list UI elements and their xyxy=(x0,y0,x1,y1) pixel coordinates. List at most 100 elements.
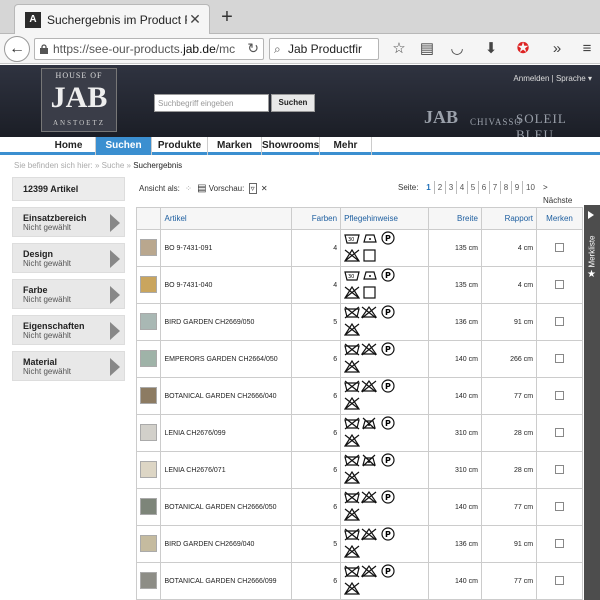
url-bar[interactable]: https://see-our-products.jab.de/mc ↻ xyxy=(34,38,264,60)
merken-checkbox[interactable] xyxy=(555,427,565,437)
new-tab-icon[interactable]: + xyxy=(216,6,238,28)
thumb-cell[interactable] xyxy=(135,562,162,600)
product-thumbnail[interactable] xyxy=(140,423,157,441)
product-thumbnail[interactable] xyxy=(140,349,157,367)
breadcrumb-path[interactable]: Sie befinden sich hier: » Suche » xyxy=(14,161,133,170)
table-row[interactable]: BO 9-7431-091 4 30 P 135 cm 4 cm xyxy=(135,229,583,267)
article-name[interactable]: LENIA CH2676/071 xyxy=(160,451,293,489)
page-7[interactable]: 7 xyxy=(489,181,500,194)
article-name[interactable]: BOTANICAL GARDEN CH2666/050 xyxy=(160,488,293,526)
browser-tab[interactable]: A Suchergebnis im Product F ✕ xyxy=(14,4,210,34)
product-thumbnail[interactable] xyxy=(140,238,157,256)
page-2[interactable]: 2 xyxy=(434,181,445,194)
merken-checkbox[interactable] xyxy=(555,390,565,400)
merken-checkbox[interactable] xyxy=(555,279,565,289)
article-name[interactable]: BOTANICAL GARDEN CH2666/040 xyxy=(160,377,293,415)
merken-checkbox[interactable] xyxy=(555,316,565,326)
adblock-icon[interactable]: ✪ xyxy=(514,40,532,58)
next-page-link[interactable]: > Nächste xyxy=(543,181,572,207)
overflow-menu-icon[interactable]: » xyxy=(548,40,566,58)
merken-checkbox[interactable] xyxy=(555,464,565,474)
column-header-rapport[interactable]: Rapport xyxy=(480,207,538,230)
page-3[interactable]: 3 xyxy=(445,181,456,194)
list-view-icon[interactable]: ▤ xyxy=(197,183,206,194)
article-name[interactable]: BIRD GARDEN CH2669/050 xyxy=(160,303,293,341)
back-button[interactable]: ← xyxy=(4,36,30,62)
nav-home[interactable]: Home xyxy=(42,137,96,155)
article-name[interactable]: LENIA CH2676/099 xyxy=(160,414,293,452)
nav-mehr[interactable]: Mehr xyxy=(320,137,372,155)
close-icon[interactable]: ✕ xyxy=(187,11,203,27)
article-name[interactable]: EMPERORS GARDEN CH2664/050 xyxy=(160,340,293,378)
thumb-cell[interactable] xyxy=(135,414,162,452)
product-thumbnail[interactable] xyxy=(140,460,157,478)
table-row[interactable]: BIRD GARDEN CH2669/050 5 P 136 cm 91 cm xyxy=(135,303,583,341)
brand-soleil-logo[interactable]: SOLEIL BLEU xyxy=(516,111,600,137)
header-links[interactable]: Anmelden | Sprache ▾ xyxy=(513,74,592,83)
thumb-cell[interactable] xyxy=(135,451,162,489)
table-row[interactable]: BIRD GARDEN CH2669/040 5 P 136 cm 91 cm xyxy=(135,525,583,563)
page-4[interactable]: 4 xyxy=(456,181,467,194)
page-9[interactable]: 9 xyxy=(511,181,522,194)
column-header-artikel[interactable]: Artikel xyxy=(160,207,293,230)
product-thumbnail[interactable] xyxy=(140,571,157,589)
product-thumbnail[interactable] xyxy=(140,312,157,330)
thumb-cell[interactable] xyxy=(135,488,162,526)
thumb-cell[interactable] xyxy=(135,525,162,563)
product-thumbnail[interactable] xyxy=(140,386,157,404)
merken-checkbox[interactable] xyxy=(555,501,565,511)
page-8[interactable]: 8 xyxy=(500,181,511,194)
merken-checkbox[interactable] xyxy=(555,538,565,548)
nav-produkte[interactable]: Produkte xyxy=(152,137,208,155)
column-header-farben[interactable]: Farben xyxy=(291,207,342,230)
facet-eigenschaften[interactable]: Eigenschaften Nicht gewählt xyxy=(12,315,125,345)
page-5[interactable]: 5 xyxy=(467,181,478,194)
article-name[interactable]: BO 9-7431-091 xyxy=(160,229,293,267)
table-row[interactable]: BOTANICAL GARDEN CH2666/050 6 P 140 cm 77 cm xyxy=(135,488,583,526)
thumb-cell[interactable] xyxy=(135,303,162,341)
product-thumbnail[interactable] xyxy=(140,534,157,552)
facet-einsatzbereich[interactable]: Einsatzbereich Nicht gewählt xyxy=(12,207,125,237)
article-name[interactable]: BO 9-7431-040 xyxy=(160,266,293,304)
table-row[interactable]: BO 9-7431-040 4 30 P 135 cm 4 cm xyxy=(135,266,583,304)
facet-material[interactable]: Material Nicht gewählt xyxy=(12,351,125,381)
brand-chivasso-logo[interactable]: CHIVASSO xyxy=(470,117,522,127)
column-header-breite[interactable]: Breite xyxy=(427,207,482,230)
hamburger-menu-icon[interactable]: ≡ xyxy=(578,40,596,58)
page-6[interactable]: 6 xyxy=(478,181,489,194)
nav-suchen[interactable]: Suchen xyxy=(96,137,152,155)
download-icon[interactable]: ⬇ xyxy=(482,40,500,58)
preview-on-icon[interactable]: ▿ xyxy=(248,183,257,194)
merkliste-panel-tab[interactable]: Merkliste ★ xyxy=(584,205,600,600)
table-row[interactable]: LENIA CH2676/099 6 P 310 cm 28 cm xyxy=(135,414,583,452)
thumb-cell[interactable] xyxy=(135,229,162,267)
bookmark-star-icon[interactable]: ☆ xyxy=(390,40,408,58)
article-name[interactable]: BIRD GARDEN CH2669/040 xyxy=(160,525,293,563)
preview-off-icon[interactable]: ✕ xyxy=(261,184,268,193)
nav-showrooms[interactable]: Showrooms xyxy=(262,137,320,155)
facet-design[interactable]: Design Nicht gewählt xyxy=(12,243,125,273)
page-1[interactable]: 1 xyxy=(423,181,434,194)
site-search-input[interactable]: Suchbegriff eingeben xyxy=(154,94,269,112)
thumb-cell[interactable] xyxy=(135,266,162,304)
merken-checkbox[interactable] xyxy=(555,575,565,585)
thumb-cell[interactable] xyxy=(135,340,162,378)
grid-view-icon[interactable]: ⁘ xyxy=(185,184,192,193)
table-row[interactable]: BOTANICAL GARDEN CH2666/040 6 P 140 cm 77 cm xyxy=(135,377,583,415)
facet-farbe[interactable]: Farbe Nicht gewählt xyxy=(12,279,125,309)
table-row[interactable]: LENIA CH2676/071 6 P 310 cm 28 cm xyxy=(135,451,583,489)
product-thumbnail[interactable] xyxy=(140,275,157,293)
article-name[interactable]: BOTANICAL GARDEN CH2666/099 xyxy=(160,562,293,600)
merken-checkbox[interactable] xyxy=(555,242,565,252)
reload-icon[interactable]: ↻ xyxy=(247,40,259,57)
table-row[interactable]: BOTANICAL GARDEN CH2666/099 6 P 140 cm 77 cm xyxy=(135,562,583,600)
reading-list-icon[interactable]: ▤ xyxy=(418,40,436,58)
pocket-icon[interactable]: ◡ xyxy=(448,40,466,58)
site-logo[interactable]: HOUSE OF JAB ANSTOETZ xyxy=(41,68,117,132)
nav-marken[interactable]: Marken xyxy=(208,137,262,155)
brand-jab-logo[interactable]: JAB xyxy=(424,107,458,128)
table-row[interactable]: EMPERORS GARDEN CH2664/050 6 P 140 cm 266 cm xyxy=(135,340,583,378)
product-thumbnail[interactable] xyxy=(140,497,157,515)
thumb-cell[interactable] xyxy=(135,377,162,415)
site-search-button[interactable]: Suchen xyxy=(271,94,315,112)
